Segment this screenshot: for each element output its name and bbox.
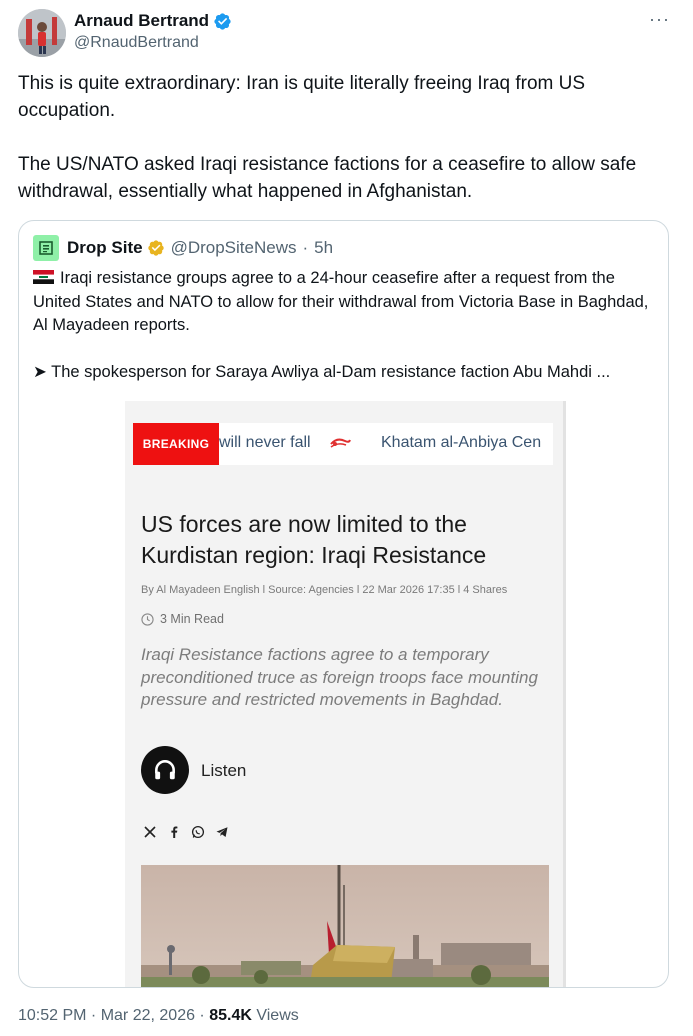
whatsapp-icon (191, 825, 205, 839)
iraq-flag-icon (33, 270, 54, 284)
article-screenshot-edge (563, 401, 566, 987)
article-photo (141, 865, 549, 987)
x-icon (144, 826, 156, 838)
breaking-badge: BREAKING (133, 423, 219, 465)
footer-separator-1: · (86, 1007, 101, 1024)
headphones-icon (155, 760, 175, 780)
ticker-text-2: Khatam al-Anbiya Cen (381, 434, 542, 451)
gold-verified-badge-icon (147, 240, 164, 256)
quoted-paragraph-1-text: Iraqi resistance groups agree to a 24-ho… (33, 269, 649, 334)
article-screenshot[interactable]: BREAKING will never fall Khatam al-Anbiy… (125, 401, 565, 987)
article-lede: Iraqi Resistance factions agree to a tem… (141, 645, 538, 709)
tweet-paragraph-1: This is quite extraordinary: Iran is qui… (18, 73, 586, 121)
tweet-footer: 10:52 PM · Mar 22, 2026 · 85.4K Views (18, 1007, 299, 1025)
listen-button (141, 746, 189, 794)
verified-badge-icon (214, 12, 231, 30)
facebook-icon (171, 826, 178, 838)
drop-site-logo-icon (39, 241, 53, 255)
quoted-author-handle[interactable]: @DropSiteNews (171, 238, 297, 258)
author-block: Arnaud Bertrand @RnaudBertrand (74, 11, 232, 52)
quoted-tweet-card[interactable]: Drop Site @DropSiteNews · 5h Iraqi resis… (18, 220, 669, 988)
ticker-text-1: will never fall (219, 434, 311, 451)
quoted-paragraph-1: Iraqi resistance groups agree to a 24-ho… (33, 267, 663, 338)
post-date[interactable]: Mar 22, 2026 (101, 1007, 195, 1024)
author-avatar[interactable] (18, 9, 66, 57)
clock-icon (141, 612, 154, 626)
footer-separator-2: · (194, 1007, 210, 1024)
telegram-icon (216, 827, 228, 837)
author-name-row: Arnaud Bertrand (74, 11, 232, 31)
tweet-paragraph-2: The US/NATO asked Iraqi resistance facti… (18, 154, 637, 202)
read-time-text: 3 Min Read (160, 612, 224, 626)
article-meta: By Al Mayadeen English l Source: Agencie… (141, 584, 508, 596)
more-horizontal-icon[interactable]: ··· (649, 9, 670, 30)
tweet-header: Arnaud Bertrand @RnaudBertrand ··· (18, 9, 678, 57)
author-handle[interactable]: @RnaudBertrand (74, 34, 232, 52)
quoted-paragraph-2: ➤ The spokesperson for Saraya Awliya al-… (33, 362, 611, 381)
quoted-tweet-header: Drop Site @DropSiteNews · 5h (33, 235, 333, 261)
post-time[interactable]: 10:52 PM (18, 1007, 86, 1024)
avatar-image (18, 9, 66, 57)
quoted-tweet-text: Iraqi resistance groups agree to a 24-ho… (33, 267, 663, 384)
views-label[interactable]: Views (252, 1007, 298, 1024)
news-ticker: BREAKING will never fall Khatam al-Anbiy… (133, 423, 553, 465)
tweet-text: This is quite extraordinary: Iran is qui… (18, 70, 668, 205)
share-icons-row (143, 825, 229, 839)
listen-label: Listen (201, 761, 247, 780)
views-count[interactable]: 85.4K (209, 1007, 252, 1024)
article-headline: US forces are now limited to the Kurdist… (141, 511, 487, 568)
article-read-time: 3 Min Read (141, 612, 224, 626)
quoted-time[interactable]: 5h (314, 238, 333, 258)
author-name[interactable]: Arnaud Bertrand (74, 11, 209, 31)
quoted-author-avatar[interactable] (33, 235, 59, 261)
quoted-separator: · (302, 238, 309, 257)
baghdad-photo (141, 865, 549, 987)
al-mayadeen-logo-icon (330, 438, 351, 448)
quoted-author-name[interactable]: Drop Site (67, 238, 143, 258)
